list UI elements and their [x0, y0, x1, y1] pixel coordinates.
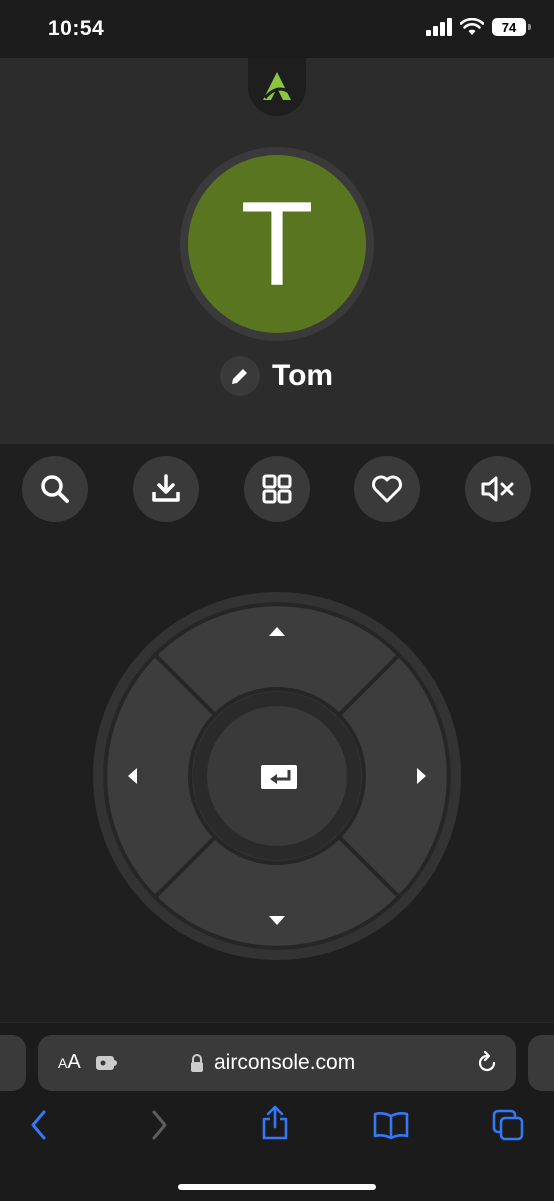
- download-icon: [152, 474, 180, 502]
- search-icon: [41, 475, 69, 503]
- share-icon[interactable]: [260, 1105, 290, 1141]
- profile-section: T Tom: [0, 58, 554, 444]
- status-bar: 10:54 74: [0, 0, 554, 58]
- previous-tab-preview[interactable]: [0, 1035, 26, 1091]
- player-name: Tom: [272, 359, 334, 392]
- back-icon[interactable]: [28, 1109, 50, 1141]
- next-tab-preview[interactable]: [528, 1035, 554, 1091]
- status-time: 10:54: [48, 17, 105, 40]
- wifi-icon: [460, 18, 484, 35]
- bookmarks-icon[interactable]: [373, 1111, 409, 1141]
- airconsole-logo: [248, 58, 306, 116]
- name-row: Tom: [220, 356, 333, 396]
- mute-button[interactable]: [465, 456, 531, 522]
- browser-toolbar: AA airconsole.com: [0, 1022, 554, 1201]
- heart-icon: [372, 475, 402, 503]
- games-grid-button[interactable]: [244, 456, 310, 522]
- lock-icon: [191, 1054, 203, 1072]
- pencil-icon: [232, 369, 247, 384]
- home-indicator: [178, 1184, 376, 1190]
- favorites-button[interactable]: [354, 456, 420, 522]
- address-bar[interactable]: AA airconsole.com: [38, 1035, 516, 1091]
- action-toolbar: [0, 444, 554, 534]
- enter-icon: [261, 765, 297, 789]
- mute-icon: [481, 476, 514, 502]
- status-icons: 74: [426, 18, 531, 36]
- text-size-button[interactable]: AA: [58, 1051, 81, 1074]
- battery-indicator: 74: [492, 18, 531, 36]
- forward-icon[interactable]: [148, 1109, 170, 1141]
- dpad-controller: [93, 592, 461, 960]
- edit-name-button[interactable]: [220, 356, 260, 396]
- reload-icon[interactable]: [475, 1051, 499, 1075]
- url-text: airconsole.com: [214, 1051, 356, 1074]
- grid-icon: [262, 474, 292, 504]
- avatar-ring: T: [180, 147, 374, 341]
- airconsole-logo-icon: [263, 72, 291, 100]
- signal-icon: [426, 18, 452, 36]
- download-button[interactable]: [133, 456, 199, 522]
- extension-icon[interactable]: [96, 1055, 118, 1071]
- tabs-icon[interactable]: [492, 1109, 524, 1141]
- avatar[interactable]: T: [188, 155, 366, 333]
- search-button[interactable]: [22, 456, 88, 522]
